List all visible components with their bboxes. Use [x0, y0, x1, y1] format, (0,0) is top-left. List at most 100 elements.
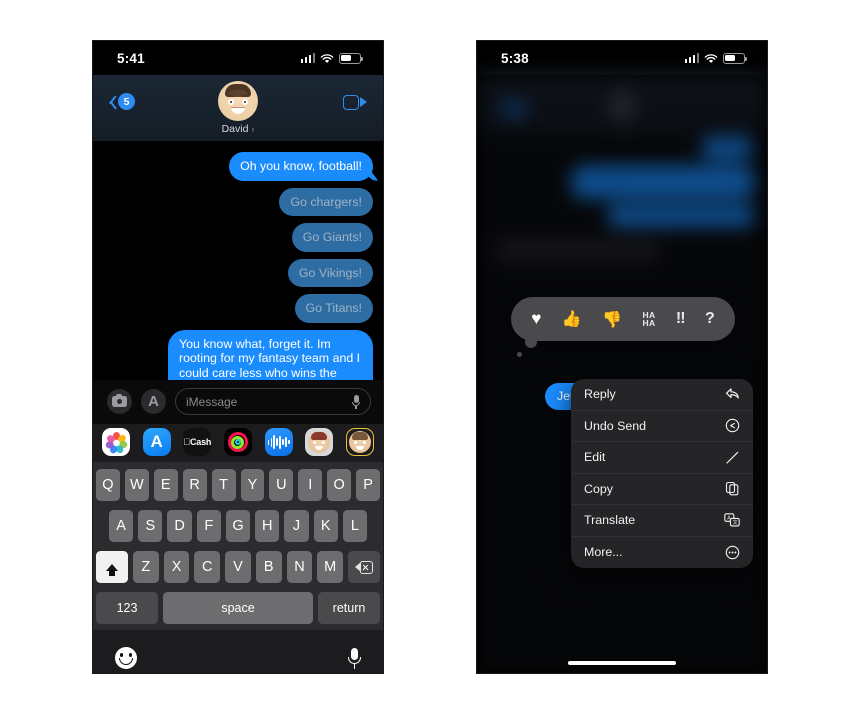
key-o[interactable]: O — [327, 469, 352, 501]
message-input-bar: A iMessage — [93, 380, 383, 424]
return-key[interactable]: return — [318, 592, 380, 624]
imessage-app-drawer[interactable]: A Cash — [93, 424, 383, 462]
keyboard-row-2: A S D F G H J K L — [96, 510, 380, 542]
app-icon-audio[interactable] — [264, 428, 293, 456]
key-q[interactable]: Q — [95, 469, 120, 501]
tapback-exclamation-icon[interactable]: !! — [676, 310, 686, 328]
tapback-thumbs-up-icon[interactable]: 👍 — [562, 309, 582, 329]
status-time: 5:41 — [117, 50, 145, 66]
wifi-icon — [320, 53, 334, 63]
key-d[interactable]: D — [167, 510, 192, 542]
wifi-icon — [704, 53, 718, 63]
onscreen-keyboard[interactable]: Q W E R T Y U I O P A S D F G H J K L Z … — [93, 462, 383, 630]
pencil-icon — [724, 449, 740, 465]
key-t[interactable]: T — [211, 469, 236, 501]
key-y[interactable]: Y — [240, 469, 265, 501]
home-indicator — [184, 674, 292, 675]
app-icon-apple-cash[interactable]: Cash — [183, 428, 212, 456]
key-n[interactable]: N — [286, 551, 313, 583]
key-r[interactable]: R — [182, 469, 207, 501]
chevron-left-icon — [105, 94, 115, 110]
imessage-input[interactable]: iMessage — [175, 388, 371, 415]
message-bubble[interactable]: Go Vikings! — [287, 258, 373, 287]
tapback-reaction-bar[interactable]: ♥ 👍 👍 HA HA !! ? — [511, 297, 735, 357]
menu-item-translate[interactable]: Translate A文 — [571, 505, 753, 537]
key-k[interactable]: K — [313, 510, 338, 542]
message-bubble[interactable]: Oh you know, football! — [229, 152, 373, 181]
message-thread[interactable]: Oh you know, football! Go chargers! Go G… — [93, 141, 383, 380]
menu-item-more[interactable]: More... — [571, 537, 753, 569]
key-v[interactable]: V — [225, 551, 251, 583]
dictation-button[interactable] — [348, 647, 361, 669]
delete-key[interactable] — [348, 551, 381, 583]
tapback-question-icon[interactable]: ? — [705, 310, 715, 328]
unread-badge: 5 — [118, 93, 135, 110]
facetime-video-icon[interactable] — [343, 95, 367, 110]
cellular-signal-icon — [300, 53, 315, 63]
key-e[interactable]: E — [153, 469, 178, 501]
tapback-thumbs-down-icon[interactable]: 👍 — [602, 309, 622, 329]
menu-item-label: Copy — [584, 481, 613, 496]
app-icon-images[interactable] — [305, 428, 334, 456]
tapback-haha-icon[interactable]: HA HA — [643, 310, 656, 328]
menu-item-undo-send[interactable]: Undo Send — [571, 411, 753, 442]
key-w[interactable]: W — [124, 469, 149, 501]
menu-item-label: Undo Send — [584, 418, 647, 433]
key-p[interactable]: P — [356, 469, 381, 501]
camera-icon — [112, 393, 127, 407]
key-f[interactable]: F — [196, 510, 221, 542]
tapback-heart-icon[interactable]: ♥ — [531, 309, 541, 329]
right-bottom-bar — [477, 617, 767, 673]
app-icon-app-store[interactable]: A — [142, 428, 171, 456]
message-bubble[interactable]: Go chargers! — [279, 187, 373, 216]
avatar[interactable] — [218, 81, 258, 121]
message-bubble[interactable]: You know what, forget it. Im rooting for… — [168, 329, 373, 380]
message-bubble[interactable]: Go Titans! — [294, 294, 373, 323]
dim-overlay — [477, 75, 767, 673]
undo-circle-icon — [724, 418, 740, 434]
key-i[interactable]: I — [298, 469, 323, 501]
key-c[interactable]: C — [194, 551, 221, 583]
apple-cash-icon: Cash — [183, 437, 211, 447]
left-phone-screen: 5:41 5 David › Oh you know, football! Go… — [92, 40, 384, 674]
key-j[interactable]: J — [284, 510, 309, 542]
key-z[interactable]: Z — [132, 551, 159, 583]
imessage-apps-button[interactable]: A — [141, 389, 166, 414]
back-button[interactable]: 5 — [105, 93, 135, 110]
key-g[interactable]: G — [225, 510, 251, 542]
screenshot-stage: 5:41 5 David › Oh you know, football! Go… — [0, 0, 860, 714]
svg-text:文: 文 — [733, 519, 738, 526]
app-store-icon: A — [148, 393, 159, 410]
menu-item-reply[interactable]: Reply — [571, 379, 753, 411]
key-s[interactable]: S — [138, 510, 163, 542]
cellular-signal-icon — [684, 53, 699, 63]
numbers-key[interactable]: 123 — [96, 592, 158, 624]
keyboard-row-3: Z X C V B N M — [95, 551, 381, 583]
key-b[interactable]: B — [255, 551, 282, 583]
key-l[interactable]: L — [342, 510, 367, 542]
photos-icon — [104, 431, 128, 454]
key-a[interactable]: A — [109, 510, 134, 542]
app-icon-fitness[interactable] — [223, 428, 252, 456]
space-key[interactable]: space — [163, 592, 313, 624]
key-u[interactable]: U — [269, 469, 294, 501]
app-store-icon: A — [150, 432, 163, 451]
audio-message-icon[interactable] — [352, 395, 360, 409]
backspace-icon — [355, 560, 374, 574]
app-icon-photos[interactable] — [102, 428, 130, 456]
key-x[interactable]: X — [163, 551, 190, 583]
input-placeholder: iMessage — [186, 394, 238, 409]
key-m[interactable]: M — [317, 551, 344, 583]
message-context-menu[interactable]: Reply Undo Send Edit Copy Translate A 文 … — [571, 379, 753, 568]
app-icon-memoji[interactable] — [345, 428, 374, 456]
avatar-mouth — [231, 107, 245, 114]
message-bubble[interactable]: Go Giants! — [291, 223, 373, 252]
camera-button[interactable] — [107, 389, 132, 414]
contact-block: David › — [93, 81, 383, 135]
emoji-keyboard-button[interactable] — [115, 647, 137, 669]
shift-key[interactable] — [95, 551, 128, 583]
key-h[interactable]: H — [255, 510, 280, 542]
menu-item-edit[interactable]: Edit — [571, 442, 753, 474]
menu-item-copy[interactable]: Copy — [571, 474, 753, 505]
contact-name-button[interactable]: David › — [222, 123, 255, 135]
